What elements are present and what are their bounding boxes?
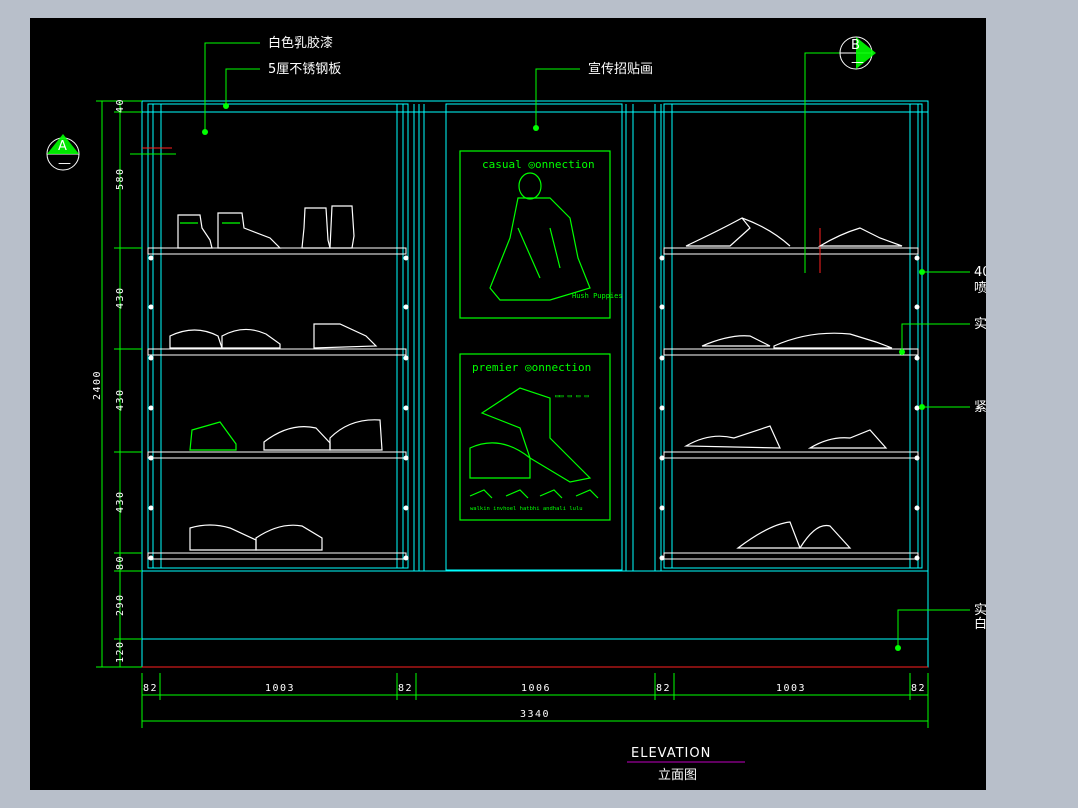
marker-a-sub: — [58, 156, 71, 171]
shelves [147, 247, 919, 560]
oxford-pair [189, 524, 323, 551]
cabinet-frame [141, 100, 929, 668]
red-accents [142, 147, 928, 668]
sandal-1 [685, 217, 791, 247]
dim-h-82-3: 82 [656, 683, 671, 694]
dim-v-total: 2400 [92, 370, 103, 400]
elevation-drawing: casual ◎onnection Hush Puppies premier ◎… [46, 35, 986, 783]
dim-h-1006: 1006 [521, 683, 551, 694]
dim-v-430-1: 430 [115, 286, 126, 309]
left-shelf-4 [147, 552, 407, 560]
dim-h-82-1: 82 [143, 683, 158, 694]
poster-top: casual ◎onnection Hush Puppies [459, 150, 623, 319]
sandal-2 [817, 227, 903, 247]
right-shelf-1 [663, 247, 919, 255]
label-latex-paint: 白色乳胶漆 [268, 35, 333, 51]
shoe-pair-mid [263, 419, 383, 451]
dim-v-430-3: 430 [115, 490, 126, 513]
right-shelf-4 [663, 552, 919, 560]
leaders [130, 42, 970, 648]
marker-a-label: A [58, 139, 67, 154]
label-fastening-bolt: 紧固螺栓 [974, 400, 986, 415]
oxford-1 [313, 323, 378, 349]
leader-dots [202, 103, 925, 651]
poster-bottom-title: premier ◎onnection [472, 361, 591, 374]
right-shelf-2 [663, 348, 919, 356]
left-shelf-1 [147, 247, 407, 255]
heel-pair-bottom [736, 521, 852, 549]
label-angle-steel: 40x40角钢 [974, 265, 986, 280]
poster-bottom-tag: ▭▭ ▭ ▭ ▭ [555, 392, 589, 400]
label-skirting-paint: 白色漆 [974, 616, 986, 632]
poster-bottom-caption: walkin invhoel hatbhi andhali lulu [470, 506, 583, 512]
poster-bottom-figure [469, 387, 599, 499]
heel-2 [807, 429, 888, 449]
section-marker-a: A — [46, 134, 80, 171]
loafer-2 [221, 328, 281, 349]
boot-2 [217, 212, 282, 249]
dim-v-80: 80 [115, 555, 126, 570]
boot-1 [177, 214, 213, 249]
drawing-viewport[interactable]: casual ◎onnection Hush Puppies premier ◎… [30, 18, 986, 790]
dim-v-120: 120 [115, 640, 126, 663]
cad-window: casual ◎onnection Hush Puppies premier ◎… [0, 0, 1078, 808]
dim-v-430-2: 430 [115, 388, 126, 411]
shoes-left [169, 205, 383, 551]
boot-3 [301, 207, 331, 249]
dim-h-total: 3340 [520, 709, 550, 720]
label-steel-plate: 5厘不锈钢板 [268, 62, 341, 77]
poster-top-title: casual ◎onnection [482, 158, 595, 171]
sandal-4 [773, 332, 893, 349]
label-poster: 宣传招贴画 [588, 61, 653, 77]
label-angle-steel-paint: 喷漆 [974, 280, 986, 296]
marker-b-sub: — [851, 55, 864, 70]
shoes-right [683, 217, 903, 549]
dim-v-290: 290 [115, 593, 126, 616]
left-shelf-3 [147, 451, 407, 459]
poster-top-brand: Hush Puppies [572, 292, 623, 300]
boot-4 [329, 205, 355, 249]
title-english: ELEVATION [631, 746, 711, 761]
right-shelf-3 [663, 451, 919, 459]
label-wood-shelf: 实木搁板 [974, 317, 986, 332]
sandal-3 [701, 335, 771, 347]
dim-h-1003-2: 1003 [776, 683, 806, 694]
left-shelf-2 [147, 348, 407, 356]
dim-v-40: 40 [115, 98, 126, 113]
dim-v-580: 580 [115, 167, 126, 190]
dim-h-1003-1: 1003 [265, 683, 295, 694]
label-skirting: 实木踢脚线 [974, 602, 986, 618]
sneaker-1 [189, 421, 237, 451]
cabinet-outline [141, 100, 929, 668]
poster-bottom: premier ◎onnection ▭▭ ▭ ▭ ▭ walkin invho… [459, 353, 611, 521]
dim-h-82-2: 82 [398, 683, 413, 694]
loafer-1 [169, 329, 223, 349]
marker-b-label: B [851, 38, 860, 53]
heel-1 [683, 425, 781, 449]
dim-h-82-4: 82 [911, 683, 926, 694]
poster-top-figure [489, 172, 591, 301]
section-marker-b: B — [839, 36, 876, 70]
title-chinese: 立面图 [658, 768, 697, 783]
bolts [148, 255, 920, 561]
